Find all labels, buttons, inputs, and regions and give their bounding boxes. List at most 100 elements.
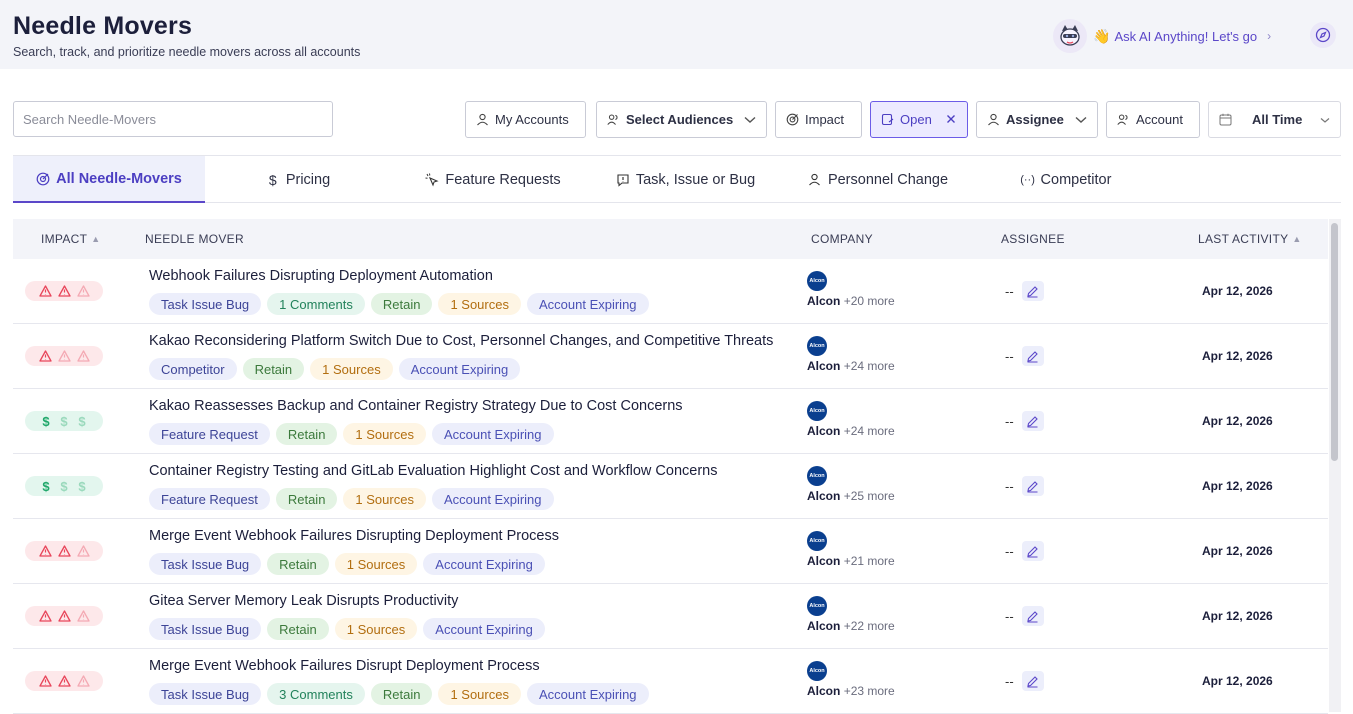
type-tag: Task Issue Bug [149,293,262,315]
company-name: Alcon [807,554,841,568]
people-icon [1117,113,1130,126]
type-tag: Feature Request [149,488,270,510]
edit-assignee-button[interactable] [1021,346,1044,366]
chevron-down-icon [744,112,756,127]
sources-tag[interactable]: 1 Sources [343,423,426,445]
company-more-count[interactable]: +25 more [844,489,895,503]
table-row[interactable]: Merge Event Webhook Failures Disrupt Dep… [13,649,1328,714]
sources-tag[interactable]: 1 Sources [334,553,418,575]
needle-mover-title[interactable]: Container Registry Testing and GitLab Ev… [149,463,717,479]
expiring-tag: Account Expiring [423,618,545,640]
edit-assignee-button[interactable] [1021,671,1044,691]
impact-filter[interactable]: Impact [775,101,862,138]
sources-tag[interactable]: 1 Sources [343,488,426,510]
edit-assignee-button[interactable] [1021,411,1044,431]
comments-tag[interactable]: 3 Comments [267,683,365,705]
company-cell[interactable]: Alcon Alcon +20 more [807,271,895,308]
last-activity-column-header[interactable]: LAST ACTIVITY ▲ [1198,232,1302,246]
assignee-value: -- [1005,478,1014,494]
tag-list: Task Issue Bug 1 Comments Retain 1 Sources A… [149,293,649,315]
table-row[interactable]: Kakao Reconsidering Platform Switch Due … [13,324,1328,389]
status-open-filter[interactable]: Open [870,101,968,138]
tab-label: All Needle-Movers [56,170,182,187]
target-icon [36,172,50,186]
needle-mover-title[interactable]: Merge Event Webhook Failures Disrupt Dep… [149,658,540,674]
time-range-dropdown[interactable]: All Time [1208,101,1341,138]
needle-mover-title[interactable]: Merge Event Webhook Failures Disrupting … [149,528,559,544]
audiences-dropdown[interactable]: Select Audiences [596,101,767,138]
ai-prompt-label: Ask AI Anything! Let's go [1114,28,1258,44]
tag-list: Task Issue Bug Retain 1 Sources Account Exp… [149,618,545,640]
assignee-cell: -- [1005,411,1044,431]
account-filter[interactable]: Account [1106,101,1200,138]
warning-icon [38,675,52,687]
tab-personnel-change[interactable]: Personnel Change [798,156,958,203]
impact-column-header[interactable]: IMPACT ▲ [41,232,100,246]
company-more-count[interactable]: +22 more [844,619,895,633]
comments-tag[interactable]: 1 Comments [267,293,365,315]
expiring-tag: Account Expiring [526,683,649,705]
type-tag: Competitor [149,358,237,380]
scrollbar[interactable] [1329,219,1341,712]
company-name: Alcon [807,294,841,308]
company-logo: Alcon [807,466,827,486]
table-row[interactable]: Webhook Failures Disrupting Deployment A… [13,259,1328,324]
company-cell[interactable]: Alcon Alcon +24 more [807,401,895,438]
compass-icon[interactable] [1310,22,1336,48]
retain-tag: Retain [370,683,433,705]
needle-mover-title[interactable]: Kakao Reassesses Backup and Container Re… [149,398,683,414]
tab-all-needle-movers[interactable]: All Needle-Movers [13,156,205,203]
pencil-icon [1027,545,1038,557]
tab-feature-requests[interactable]: Feature Requests [413,156,573,203]
sources-tag[interactable]: 1 Sources [310,358,393,380]
company-logo: Alcon [807,401,827,421]
assignee-cell: -- [1005,346,1044,366]
ask-ai-button[interactable]: 👋 Ask AI Anything! Let's go › [1053,19,1285,53]
company-cell[interactable]: Alcon Alcon +21 more [807,531,895,568]
tab-pricing[interactable]: $ Pricing [253,156,343,203]
table-row[interactable]: Gitea Server Memory Leak Disrupts Produc… [13,584,1328,649]
sources-tag[interactable]: 1 Sources [334,618,418,640]
company-more-count[interactable]: +20 more [844,294,895,308]
edit-assignee-button[interactable] [1021,541,1044,561]
sources-tag[interactable]: 1 Sources [438,683,521,705]
dollar-icon: $ [78,413,86,429]
status-open-label: Open [900,112,932,127]
tab-label: Pricing [285,171,331,188]
sources-tag[interactable]: 1 Sources [438,293,521,315]
table-row[interactable]: $ $ $ Container Registry Testing and GitLab… [13,454,1328,519]
company-logo: Alcon [807,271,827,291]
table-row[interactable]: $ $ $ Kakao Reassesses Backup and Container… [13,389,1328,454]
company-cell[interactable]: Alcon Alcon +22 more [807,596,895,633]
company-more-count[interactable]: +24 more [844,424,895,438]
company-cell[interactable]: Alcon Alcon +23 more [807,661,895,698]
expiring-tag: Account Expiring [526,293,649,315]
company-name: Alcon [807,424,841,438]
company-more-count[interactable]: +21 more [844,554,895,568]
company-more-count[interactable]: +23 more [844,684,895,698]
tab-competitor[interactable]: (··) Competitor [1011,156,1121,203]
edit-assignee-button[interactable] [1021,606,1044,626]
warning-icon [76,350,90,362]
assignee-value: -- [1005,608,1014,624]
company-cell[interactable]: Alcon Alcon +25 more [807,466,895,503]
edit-assignee-button[interactable] [1021,281,1044,301]
tab-task-issue-bug[interactable]: Task, Issue or Bug [608,156,763,203]
needle-mover-title[interactable]: Gitea Server Memory Leak Disrupts Produc… [149,593,458,609]
close-icon[interactable] [946,112,956,127]
needle-mover-title[interactable]: Kakao Reconsidering Platform Switch Due … [149,333,773,349]
my-accounts-filter[interactable]: My Accounts [465,101,586,138]
assignee-dropdown[interactable]: Assignee [976,101,1098,138]
pencil-icon [1027,675,1038,687]
table-row[interactable]: Merge Event Webhook Failures Disrupting … [13,519,1328,584]
pencil-icon [1027,415,1038,427]
assignee-cell: -- [1005,476,1044,496]
company-cell[interactable]: Alcon Alcon +24 more [807,336,895,373]
pencil-icon [1027,610,1038,622]
company-more-count[interactable]: +24 more [844,359,895,373]
needle-mover-title[interactable]: Webhook Failures Disrupting Deployment A… [149,268,493,284]
search-input[interactable] [13,101,333,137]
edit-assignee-button[interactable] [1021,476,1044,496]
tag-list: Task Issue Bug 3 Comments Retain 1 Sources A… [149,683,649,705]
scrollbar-thumb[interactable] [1331,223,1338,461]
